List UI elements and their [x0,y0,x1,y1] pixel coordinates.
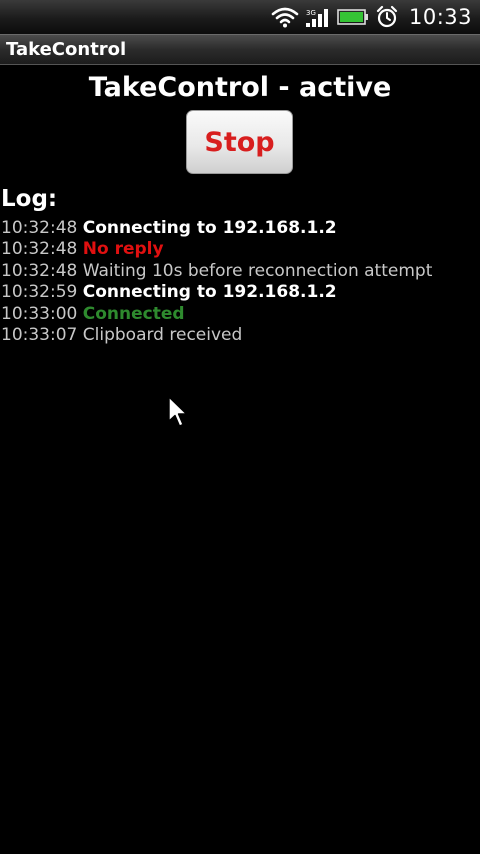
log-label: Log: [1,186,58,212]
app-title-bar: TakeControl [0,34,480,65]
log-list: 10:32:48 Connecting to 192.168.1.2 10:32… [1,218,479,346]
log-timestamp: 10:32:48 [1,239,78,260]
log-entry: 10:32:48 No reply [1,239,479,260]
page-title: TakeControl - active [88,72,392,103]
svg-text:3G: 3G [306,9,316,17]
log-timestamp: 10:32:48 [1,218,78,238]
log-entry: 10:32:48 Connecting to 192.168.1.2 [1,218,479,239]
log-message: Connected [82,303,185,324]
status-bar: 3G 10:33 [0,0,480,34]
mouse-pointer-icon [168,396,190,430]
log-message: Connecting to 192.168.1.2 [82,282,337,303]
log-timestamp: 10:33:00 [1,303,78,324]
log-entry: 10:33:00 Connected [1,304,479,325]
status-time: 10:33 [408,5,472,29]
log-timestamp: 10:32:48 [1,260,78,281]
log-message: Connecting to 192.168.1.2 [82,218,337,238]
app-title: TakeControl [6,39,127,60]
battery-icon [337,0,369,34]
log-timestamp: 10:32:59 [1,282,78,303]
log-message: Clipboard received [82,324,243,345]
alarm-clock-icon [375,0,399,34]
log-timestamp: 10:33:07 [1,324,78,345]
log-entry: 10:33:07 Clipboard received [1,325,479,346]
wifi-icon [271,0,299,34]
log-entry: 10:32:48 Waiting 10s before reconnection… [1,261,479,282]
log-message: No reply [82,239,164,260]
stop-button[interactable]: Stop [186,110,293,174]
signal-icon: 3G [305,0,331,34]
log-message: Waiting 10s before reconnection attempt [82,260,433,281]
log-entry: 10:32:59 Connecting to 192.168.1.2 [1,282,479,303]
